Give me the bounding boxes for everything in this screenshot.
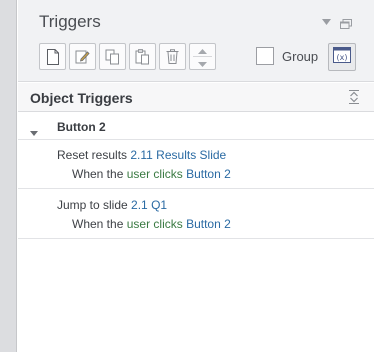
new-trigger-button[interactable] [39,43,66,70]
panel-title: Triggers [39,12,101,31]
trigger-action-line: Jump to slide 2.1 Q1 [57,198,167,212]
arrow-down-icon [198,54,207,72]
object-triggers-header: Object Triggers [18,83,374,112]
move-down-button[interactable] [190,57,215,69]
object-group-row[interactable]: Button 2 [18,113,374,140]
edit-icon [75,49,90,64]
left-panel-edge [0,0,17,352]
edit-trigger-button[interactable] [69,43,96,70]
copy-trigger-button[interactable] [99,43,126,70]
trigger-event[interactable]: user clicks [127,217,183,231]
trigger-object-link[interactable]: Button 2 [186,217,231,231]
trigger-condition-line: When the user clicks Button 2 [72,167,231,181]
trigger-condition-line: When the user clicks Button 2 [72,217,231,231]
trigger-object-link[interactable]: Button 2 [186,167,231,181]
manage-variables-button[interactable]: (x) [328,43,356,71]
group-checkbox[interactable] [256,47,274,65]
triggers-panel: Triggers Group (x) Object Triggers Butto… [18,0,374,352]
trash-icon [166,49,179,64]
trigger-when: When the [72,217,124,231]
trigger-item[interactable]: Reset results 2.11 Results Slide When th… [18,140,374,189]
variables-icon: (x) [333,46,351,68]
trigger-action-line: Reset results 2.11 Results Slide [57,148,226,162]
trigger-item[interactable]: Jump to slide 2.1 Q1 When the user click… [18,190,374,239]
panel-restore-icon[interactable] [340,16,352,29]
trigger-event[interactable]: user clicks [127,167,183,181]
copy-icon [105,49,120,65]
panel-menu-dropdown-icon[interactable] [322,17,331,27]
new-document-icon [46,48,60,65]
trigger-action: Jump to slide [57,198,128,212]
trigger-target-link[interactable]: 2.11 Results Slide [130,148,226,162]
panel-header: Triggers Group (x) [18,0,374,82]
paste-icon [135,48,150,65]
object-name: Button 2 [57,120,106,134]
expand-triangle-icon[interactable] [30,123,38,141]
trigger-when: When the [72,167,124,181]
trigger-target-link[interactable]: 2.1 Q1 [131,198,167,212]
trigger-action: Reset results [57,148,128,162]
paste-trigger-button[interactable] [129,43,156,70]
delete-trigger-button[interactable] [159,43,186,70]
svg-text:(x): (x) [337,53,348,62]
group-label: Group [282,49,319,64]
section-title: Object Triggers [30,90,133,106]
reorder-buttons [189,43,216,70]
collapse-all-icon[interactable] [349,90,359,109]
